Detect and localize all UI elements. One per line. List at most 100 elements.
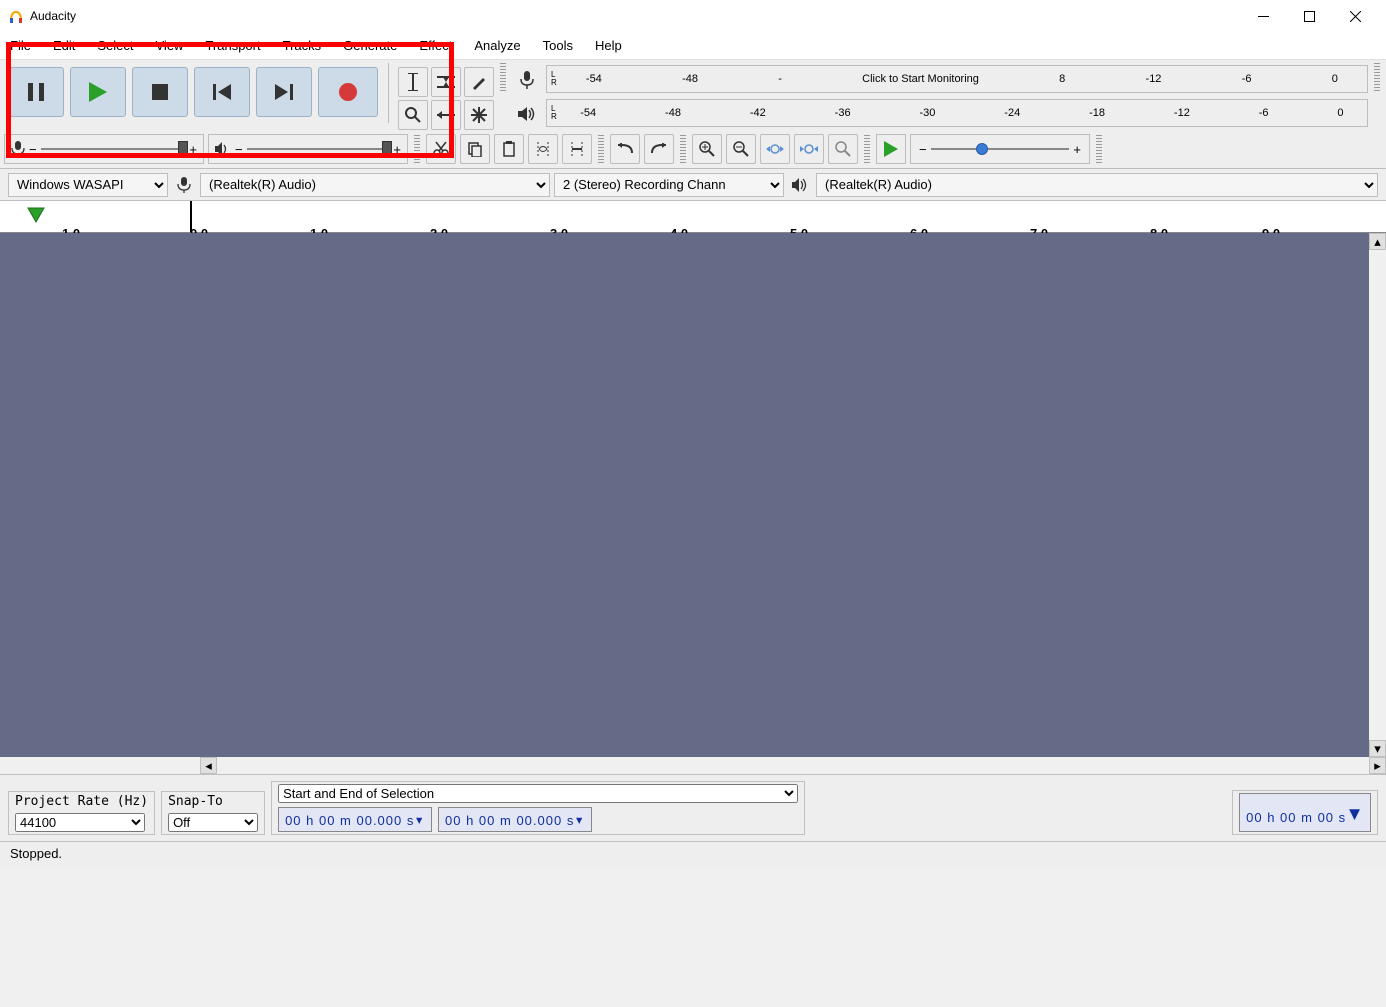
playback-speed-slider[interactable]: − + bbox=[910, 134, 1090, 164]
silence-button[interactable] bbox=[562, 134, 592, 164]
selection-end-field[interactable]: 00 h 00 m 00.000 s▾ bbox=[438, 807, 592, 832]
cut-button[interactable] bbox=[426, 134, 456, 164]
playhead-cursor bbox=[190, 201, 192, 232]
vertical-scrollbar[interactable]: ▴ ▾ bbox=[1369, 233, 1386, 757]
status-text: Stopped. bbox=[10, 846, 62, 861]
audio-host-select[interactable]: Windows WASAPI bbox=[8, 173, 168, 197]
menu-transport[interactable]: Transport bbox=[205, 38, 260, 53]
minus-label: − bbox=[29, 142, 37, 157]
stop-button[interactable] bbox=[132, 67, 188, 117]
toolbar-grip[interactable] bbox=[680, 135, 686, 163]
menu-select[interactable]: Select bbox=[97, 38, 133, 53]
menu-view[interactable]: View bbox=[156, 38, 184, 53]
selection-mode-select[interactable]: Start and End of Selection bbox=[278, 784, 798, 803]
window-title: Audacity bbox=[30, 9, 76, 23]
meter-tick: -6 bbox=[1242, 73, 1252, 85]
titlebar: Audacity bbox=[0, 0, 1386, 32]
toolbar-grip[interactable] bbox=[500, 63, 506, 91]
draw-tool[interactable] bbox=[464, 67, 494, 97]
device-toolbar: Windows WASAPI (Realtek(R) Audio) 2 (Ste… bbox=[0, 169, 1386, 201]
redo-button[interactable] bbox=[644, 134, 674, 164]
meter-tick: - bbox=[778, 73, 782, 85]
recording-channels-select[interactable]: 2 (Stereo) Recording Chann bbox=[554, 173, 784, 197]
timeshift-tool[interactable] bbox=[431, 100, 461, 130]
meter-tick: -18 bbox=[1089, 107, 1105, 119]
record-button[interactable] bbox=[318, 67, 378, 117]
scroll-left-button[interactable]: ◂ bbox=[200, 757, 217, 774]
zoom-tool[interactable] bbox=[398, 100, 428, 130]
toolbar-grip[interactable] bbox=[1096, 135, 1102, 163]
meter-tick: -36 bbox=[835, 107, 851, 119]
toolbar-grip[interactable] bbox=[864, 135, 870, 163]
toolbar-grip[interactable] bbox=[1374, 63, 1380, 91]
fit-project-button[interactable] bbox=[794, 134, 824, 164]
timeline-ruler[interactable]: 1.0 0.0 1.0 2.0 3.0 4.0 5.0 6.0 7.0 8.0 … bbox=[0, 201, 1386, 233]
scroll-right-button[interactable]: ▸ bbox=[1369, 757, 1386, 774]
playback-meter[interactable]: LR -54 -48 -42 -36 -30 -24 -18 -12 -6 0 bbox=[546, 99, 1368, 127]
meter-tick: -54 bbox=[580, 107, 596, 119]
skip-start-button[interactable] bbox=[194, 67, 250, 117]
meter-tick: -6 bbox=[1259, 107, 1269, 119]
playback-volume-slider[interactable]: − + bbox=[208, 134, 408, 164]
meter-tick: -54 bbox=[586, 73, 602, 85]
scroll-down-button[interactable]: ▾ bbox=[1369, 740, 1386, 757]
minimize-button[interactable] bbox=[1240, 0, 1286, 32]
mic-icon[interactable] bbox=[512, 65, 542, 95]
meter-tick: -48 bbox=[682, 73, 698, 85]
meter-tick: 0 bbox=[1337, 107, 1343, 119]
fit-selection-button[interactable] bbox=[760, 134, 790, 164]
zoom-in-button[interactable] bbox=[692, 134, 722, 164]
pause-button[interactable] bbox=[8, 67, 64, 117]
play-at-speed-button[interactable] bbox=[876, 134, 906, 164]
tracks-area[interactable]: ▴ ▾ bbox=[0, 233, 1386, 757]
skip-end-button[interactable] bbox=[256, 67, 312, 117]
recording-meter[interactable]: LR -54 -48 - Click to Start Monitoring 8… bbox=[546, 65, 1368, 93]
toolbar-area: LR -54 -48 - Click to Start Monitoring 8… bbox=[0, 60, 1386, 169]
menu-edit[interactable]: Edit bbox=[53, 38, 75, 53]
menu-tracks[interactable]: Tracks bbox=[283, 38, 322, 53]
toolbar-grip[interactable] bbox=[598, 135, 604, 163]
meter-click-monitor[interactable]: Click to Start Monitoring bbox=[862, 73, 979, 85]
snap-to-select[interactable]: Off bbox=[168, 813, 258, 832]
audio-position-field[interactable]: 00 h 00 m 00 s▾ bbox=[1239, 793, 1371, 832]
minus-label: − bbox=[919, 142, 927, 157]
menu-analyze[interactable]: Analyze bbox=[474, 38, 520, 53]
close-button[interactable] bbox=[1332, 0, 1378, 32]
meter-tick: -12 bbox=[1146, 73, 1162, 85]
meter-tick: -42 bbox=[750, 107, 766, 119]
playback-device-select[interactable]: (Realtek(R) Audio) bbox=[816, 173, 1378, 197]
meter-tick: 0 bbox=[1332, 73, 1338, 85]
zoom-toggle-button[interactable] bbox=[828, 134, 858, 164]
menu-effect[interactable]: Effect bbox=[419, 38, 452, 53]
horizontal-scrollbar[interactable]: ◂ ▸ bbox=[0, 757, 1386, 774]
menu-generate[interactable]: Generate bbox=[343, 38, 397, 53]
multi-tool[interactable] bbox=[464, 100, 494, 130]
speaker-icon bbox=[215, 142, 231, 156]
play-button[interactable] bbox=[70, 67, 126, 117]
menu-help[interactable]: Help bbox=[595, 38, 622, 53]
recording-device-select[interactable]: (Realtek(R) Audio) bbox=[200, 173, 550, 197]
speaker-icon bbox=[788, 173, 812, 197]
meter-tick: -12 bbox=[1174, 107, 1190, 119]
maximize-button[interactable] bbox=[1286, 0, 1332, 32]
mic-icon bbox=[172, 173, 196, 197]
paste-button[interactable] bbox=[494, 134, 524, 164]
trim-button[interactable] bbox=[528, 134, 558, 164]
scroll-up-button[interactable]: ▴ bbox=[1369, 233, 1386, 250]
menu-tools[interactable]: Tools bbox=[543, 38, 573, 53]
project-rate-label: Project Rate (Hz) bbox=[15, 794, 148, 809]
snap-to-label: Snap-To bbox=[168, 794, 258, 809]
selection-tool[interactable] bbox=[398, 67, 428, 97]
envelope-tool[interactable] bbox=[431, 67, 461, 97]
zoom-out-button[interactable] bbox=[726, 134, 756, 164]
meter-lr-label: LR bbox=[551, 71, 557, 87]
selection-start-field[interactable]: 00 h 00 m 00.000 s▾ bbox=[278, 807, 432, 832]
menu-file[interactable]: File bbox=[10, 38, 31, 53]
recording-volume-slider[interactable]: − + bbox=[4, 134, 204, 164]
copy-button[interactable] bbox=[460, 134, 490, 164]
speaker-icon[interactable] bbox=[512, 99, 542, 129]
toolbar-grip[interactable] bbox=[414, 135, 420, 163]
project-rate-select[interactable]: 44100 bbox=[15, 813, 145, 832]
app-logo-icon bbox=[8, 8, 24, 24]
undo-button[interactable] bbox=[610, 134, 640, 164]
